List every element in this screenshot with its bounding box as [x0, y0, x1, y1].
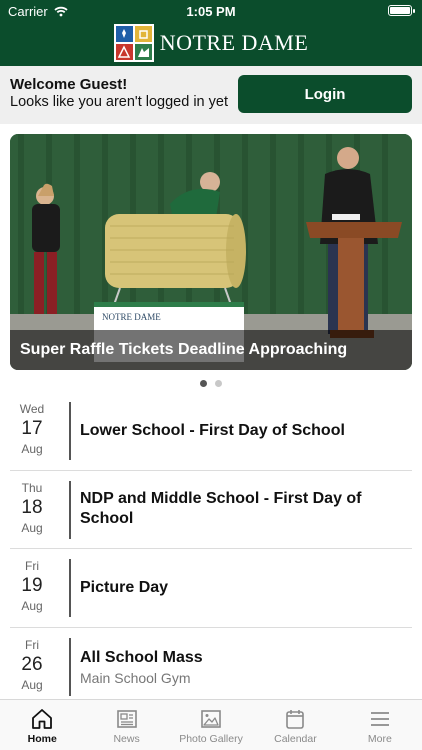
welcome-title: Welcome Guest! [10, 76, 128, 93]
event-divider [69, 402, 71, 460]
event-row[interactable]: Thu 18 Aug NDP and Middle School - First… [10, 471, 412, 549]
event-title: NDP and Middle School - First Day of Sch… [80, 490, 362, 528]
tab-bar: Home News Photo Gallery Calendar More [0, 699, 422, 750]
tab-label: More [367, 733, 392, 745]
event-month: Aug [21, 677, 43, 692]
event-day: 19 [21, 575, 43, 596]
event-row[interactable]: Fri 19 Aug Picture Day [10, 549, 412, 628]
event-divider [69, 480, 71, 539]
event-row[interactable]: Fri 26 Aug All School Mass Main School G… [10, 628, 412, 707]
tab-home[interactable]: Home [0, 700, 84, 750]
sign-text: NOTRE DAME [102, 312, 161, 322]
carousel-dot-1[interactable] [200, 380, 207, 387]
carousel-dot-2[interactable] [215, 380, 222, 387]
event-date: Wed 17 Aug [10, 402, 54, 456]
tab-photo-gallery[interactable]: Photo Gallery [169, 700, 253, 750]
event-weekday: Thu [21, 480, 43, 495]
event-month: Aug [21, 442, 43, 456]
event-title: Lower School - First Day of School [80, 421, 345, 439]
welcome-subtitle: Looks like you aren't logged in yet [10, 94, 228, 110]
app-header: Carrier 1:05 PM NOTRE DAME [0, 0, 422, 66]
event-day: 26 [21, 653, 43, 675]
news-icon [116, 710, 137, 728]
hero-carousel[interactable]: NOTRE DAME Super Raffle Tickets Deadline… [10, 134, 412, 370]
event-weekday: Fri [25, 637, 39, 652]
event-day: 17 [21, 418, 43, 439]
event-title: Picture Day [80, 578, 169, 596]
home-icon [32, 709, 53, 729]
tab-calendar[interactable]: Calendar [253, 700, 337, 750]
event-date: Fri 26 Aug [10, 638, 54, 692]
brand: NOTRE DAME [0, 24, 422, 62]
carousel-page-indicator[interactable] [0, 380, 422, 387]
event-divider [69, 637, 71, 696]
event-divider [69, 559, 71, 617]
menu-icon [370, 712, 389, 726]
brand-name: NOTRE DAME [159, 30, 309, 55]
event-location: Main School Gym [80, 669, 191, 686]
event-weekday: Fri [25, 559, 39, 573]
event-row[interactable]: Wed 17 Aug Lower School - First Day of S… [10, 392, 412, 471]
event-title: All School Mass [80, 648, 203, 666]
tab-news[interactable]: News [84, 700, 168, 750]
calendar-icon [286, 710, 305, 729]
hero-caption: Super Raffle Tickets Deadline Approachin… [10, 330, 412, 370]
tab-label: Home [27, 733, 57, 745]
event-day: 18 [21, 496, 43, 518]
welcome-banner: Welcome Guest! Looks like you aren't log… [0, 66, 422, 124]
event-month: Aug [21, 520, 43, 535]
tab-label: News [113, 733, 140, 745]
events-list: Wed 17 Aug Lower School - First Day of S… [10, 392, 412, 706]
school-crest-icon [113, 24, 154, 62]
event-month: Aug [21, 599, 43, 613]
photo-gallery-icon [201, 710, 221, 728]
event-date: Fri 19 Aug [10, 559, 54, 613]
status-bar: Carrier 1:05 PM [0, 0, 422, 22]
event-weekday: Wed [19, 402, 45, 416]
tab-more[interactable]: More [338, 700, 422, 750]
login-button[interactable]: Login [238, 75, 412, 113]
event-date: Thu 18 Aug [10, 481, 54, 535]
tab-label: Photo Gallery [179, 733, 243, 745]
tab-label: Calendar [274, 733, 317, 745]
battery-icon [388, 5, 415, 16]
clock: 1:05 PM [186, 4, 236, 19]
